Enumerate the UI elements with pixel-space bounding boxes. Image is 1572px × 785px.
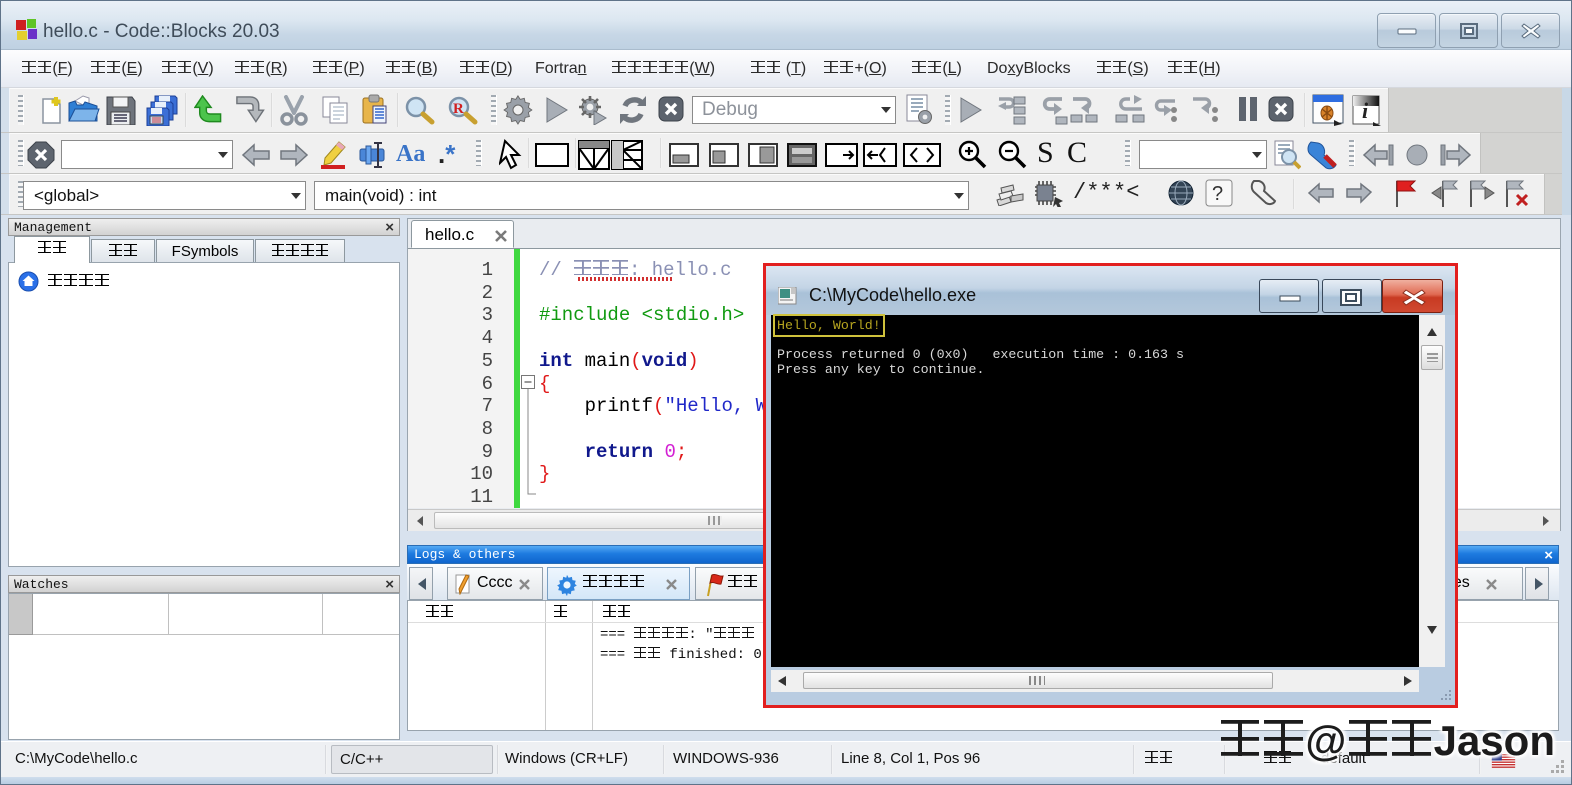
svg-text:?: ? [1212, 183, 1223, 205]
svg-text:i: i [1362, 98, 1369, 123]
svg-text:R: R [453, 101, 464, 117]
